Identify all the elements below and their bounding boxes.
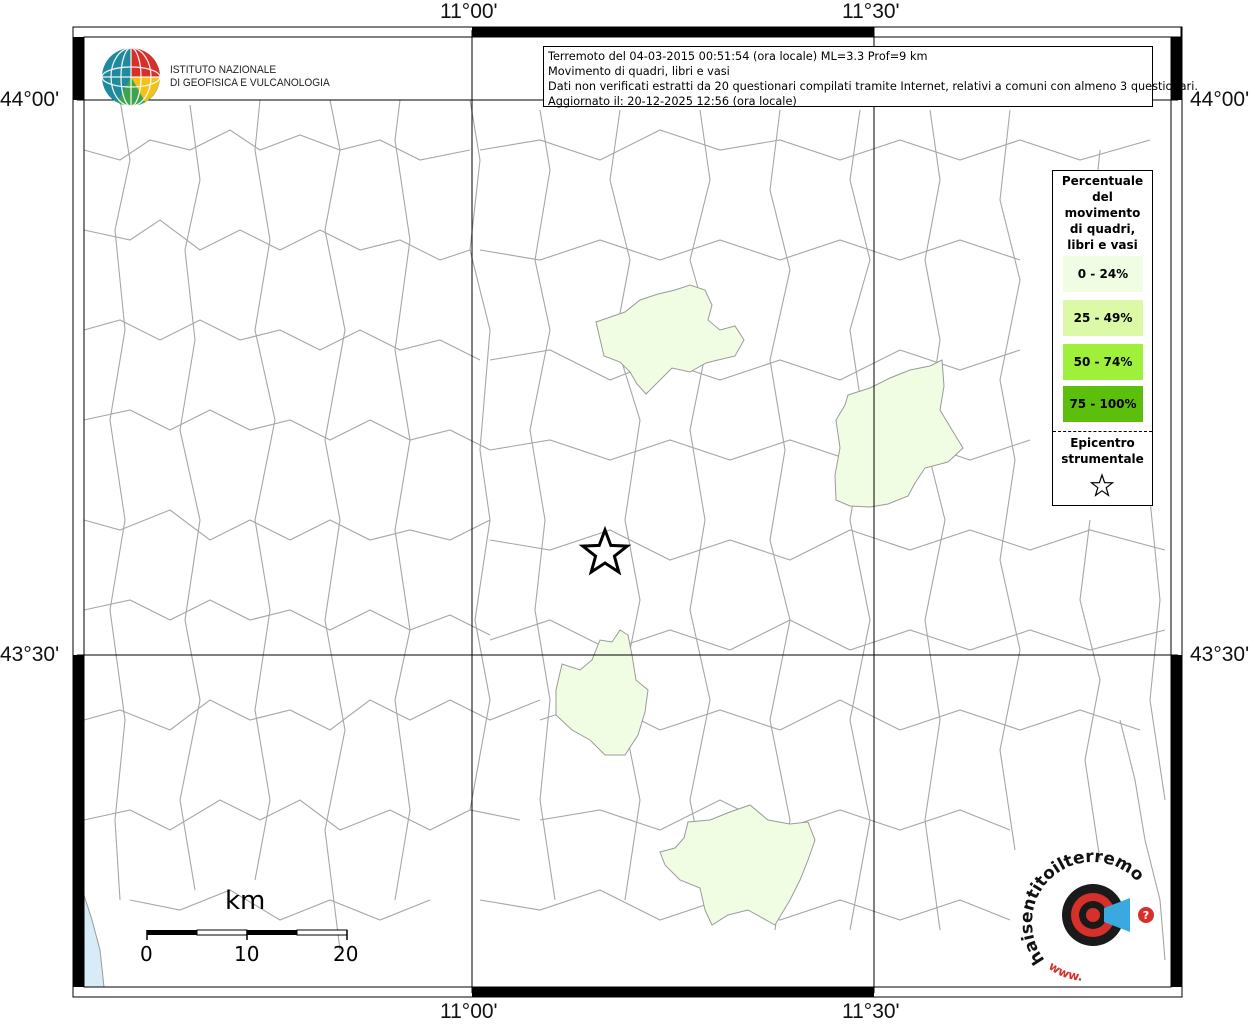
legend-separator — [1053, 431, 1152, 432]
lon-label-bottom-1: 11°00' — [440, 1000, 498, 1023]
legend-epicenter-line1: Epicentro — [1070, 436, 1135, 450]
lat-label-left-2: 43°30' — [0, 643, 60, 666]
municipality-area-4 — [659, 804, 816, 926]
lat-label-right-1: 44°00' — [1190, 88, 1250, 111]
lon-label-bottom-2: 11°30' — [842, 1000, 900, 1023]
legend-title-line: Percentuale — [1061, 174, 1144, 188]
lon-label-top-1: 11°00' — [440, 0, 498, 23]
legend-title-line: movimento — [1064, 206, 1141, 220]
event-info-box: Terremoto del 04-03-2015 00:51:54 (ora l… — [543, 46, 1198, 108]
legend-title: Percentuale del movimento di quadri, lib… — [1053, 173, 1152, 253]
svg-text:?: ? — [1143, 909, 1149, 922]
ingv-logo-line2: DI GEOFISICA E VULCANOLOGIA — [170, 77, 330, 89]
legend-title-line: del — [1092, 190, 1113, 204]
municipality-area-3 — [555, 629, 649, 756]
municipality-boundaries — [83, 99, 1166, 961]
scale-unit-label: km — [225, 886, 266, 916]
haisentito-logo-icon: ? haisentitoilterremoto.it www. — [0, 0, 1154, 984]
scale-tick-10: 10 — [234, 942, 260, 966]
lat-label-right-2: 43°30' — [1190, 643, 1250, 666]
ingv-logo-text: ISTITUTO NAZIONALE DI GEOFISICA E VULCAN… — [170, 64, 330, 90]
legend-epicenter-line2: strumentale — [1061, 452, 1144, 466]
event-info-line1: Terremoto del 04-03-2015 00:51:54 (ora l… — [548, 50, 928, 63]
svg-text:www.: www. — [1046, 959, 1083, 984]
legend-title-line: libri e vasi — [1067, 238, 1138, 252]
sea-area — [83, 894, 105, 988]
graticule — [77, 30, 1178, 993]
lat-label-left-1: 44°00' — [0, 88, 60, 111]
legend-class-0: 0 - 24% — [1063, 256, 1143, 292]
scale-tick-20: 20 — [333, 942, 359, 966]
haisentito-prefix-text: www. — [1046, 959, 1083, 984]
ingv-logo-line1: ISTITUTO NAZIONALE — [170, 64, 277, 76]
legend-panel: Percentuale del movimento di quadri, lib… — [1052, 170, 1153, 506]
municipality-area-2 — [834, 359, 964, 508]
legend-title-line: di quadri, — [1069, 222, 1136, 236]
legend-class-2: 50 - 74% — [1063, 344, 1143, 380]
legend-class-1: 25 - 49% — [1063, 300, 1143, 336]
legend-epicenter-label: Epicentro strumentale — [1053, 435, 1152, 467]
scale-bar — [146, 929, 348, 940]
event-info-line3: Dati non verificati estratti da 20 quest… — [548, 80, 1198, 93]
event-info-line2: Movimento di quadri, libri e vasi — [548, 65, 730, 78]
event-info-line4: Aggiornato il: 20-12-2025 12:56 (ora loc… — [548, 95, 797, 108]
scale-tick-0: 0 — [140, 942, 153, 966]
map-frame — [72, 26, 1183, 998]
ingv-logo-icon — [101, 47, 161, 107]
legend-class-3: 75 - 100% — [1063, 386, 1143, 422]
star-outline-icon — [1089, 473, 1115, 497]
municipality-area-1 — [595, 284, 745, 395]
lon-label-top-2: 11°30' — [842, 0, 900, 23]
intensity-map: ? haisentitoilterremoto.it www. — [0, 0, 1183, 998]
